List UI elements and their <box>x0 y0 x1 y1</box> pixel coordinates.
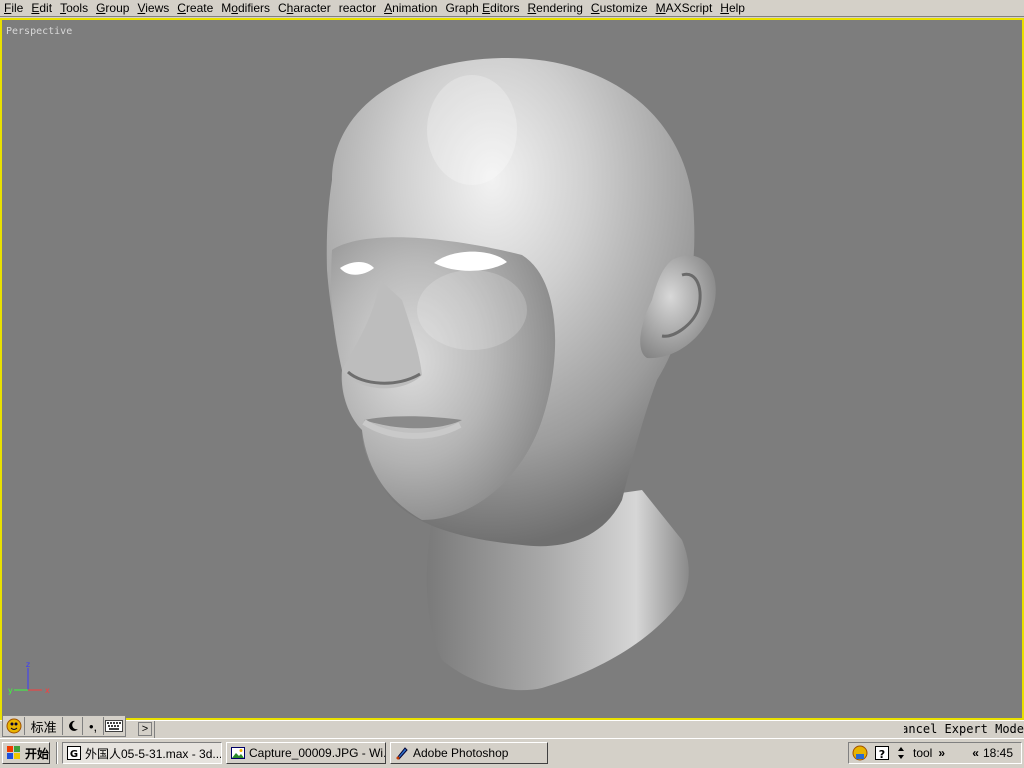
ime-tray-icon[interactable] <box>852 745 868 761</box>
task-photoshop[interactable]: Adobe Photoshop <box>390 742 548 764</box>
time-slider-next-button[interactable]: > <box>138 722 152 736</box>
windows-taskbar: 开始 G 外国人05-5-31.max - 3d... Capture_0000… <box>0 738 1024 768</box>
punctuation-toggle[interactable]: •, <box>83 717 104 735</box>
menu-maxscript[interactable]: MAXScript <box>652 0 717 17</box>
start-button[interactable]: 开始 <box>2 742 50 764</box>
image-viewer-icon <box>231 747 245 759</box>
perspective-viewport[interactable]: Perspective z x y <box>0 18 1024 720</box>
menu-animation[interactable]: Animation <box>380 0 441 17</box>
ime-logo-icon[interactable] <box>3 717 26 735</box>
task-label: 外国人05-5-31.max - 3d... <box>85 746 222 761</box>
axis-y-label: y <box>8 686 13 695</box>
svg-text:?: ? <box>879 748 885 761</box>
menu-views[interactable]: Views <box>133 0 173 17</box>
tray-chevron[interactable]: » <box>938 746 945 760</box>
system-tray: ? tool » « 18:45 <box>848 742 1022 764</box>
tray-back-chevron[interactable]: « <box>972 746 979 760</box>
cancel-expert-mode-button[interactable]: Cancel Expert Mode <box>904 721 1024 738</box>
menu-bar: File Edit Tools Group Views Create Modifiers Ch… <box>0 0 1024 17</box>
menu-create[interactable]: Create <box>173 0 217 17</box>
menu-edit[interactable]: Edit <box>27 0 56 17</box>
task-image-viewer[interactable]: Capture_00009.JPG - Wi... <box>226 742 386 764</box>
menu-group[interactable]: Group <box>92 0 133 17</box>
ime-toolbar[interactable]: 标准 •, <box>2 715 126 737</box>
menu-character[interactable]: Character <box>274 0 335 17</box>
menu-tools[interactable]: Tools <box>56 0 92 17</box>
menu-help[interactable]: Help <box>716 0 749 17</box>
time-track[interactable] <box>154 721 902 738</box>
updown-arrows-icon[interactable] <box>896 745 906 761</box>
svg-text:G: G <box>70 749 78 760</box>
half-width-moon-icon[interactable] <box>63 717 84 735</box>
clock: 18:45 <box>982 746 1013 760</box>
task-3dsmax[interactable]: G 外国人05-5-31.max - 3d... <box>62 742 222 764</box>
menu-modifiers[interactable]: Modifiers <box>217 0 274 17</box>
quicklaunch-divider <box>56 742 58 764</box>
tray-tool-label[interactable]: tool <box>913 746 932 760</box>
help-icon[interactable]: ? <box>874 745 890 761</box>
axis-z-label: z <box>26 660 30 669</box>
menu-graph-editors[interactable]: Graph Editors <box>441 0 523 17</box>
windows-logo-icon <box>7 746 20 759</box>
axis-gizmo: z x y <box>8 660 50 695</box>
menu-customize[interactable]: Customize <box>587 0 652 17</box>
photoshop-icon <box>396 747 408 760</box>
start-label: 开始 <box>25 746 50 761</box>
menu-file[interactable]: File <box>0 0 27 17</box>
cancel-expert-mode-label: Cancel Expert Mode <box>904 722 1024 736</box>
head-3d-model <box>326 57 716 691</box>
3dsmax-icon: G <box>67 746 81 760</box>
status-row: 标准 •, > Cancel Expert Mode <box>0 715 1024 738</box>
task-label: Adobe Photoshop <box>413 746 509 760</box>
menu-rendering[interactable]: Rendering <box>524 0 587 17</box>
menu-reactor[interactable]: reactor <box>335 0 380 17</box>
soft-keyboard-icon[interactable] <box>104 717 125 735</box>
axis-x-label: x <box>45 686 50 695</box>
task-label: Capture_00009.JPG - Wi... <box>249 746 386 760</box>
ime-mode-label[interactable]: 标准 <box>25 717 64 735</box>
